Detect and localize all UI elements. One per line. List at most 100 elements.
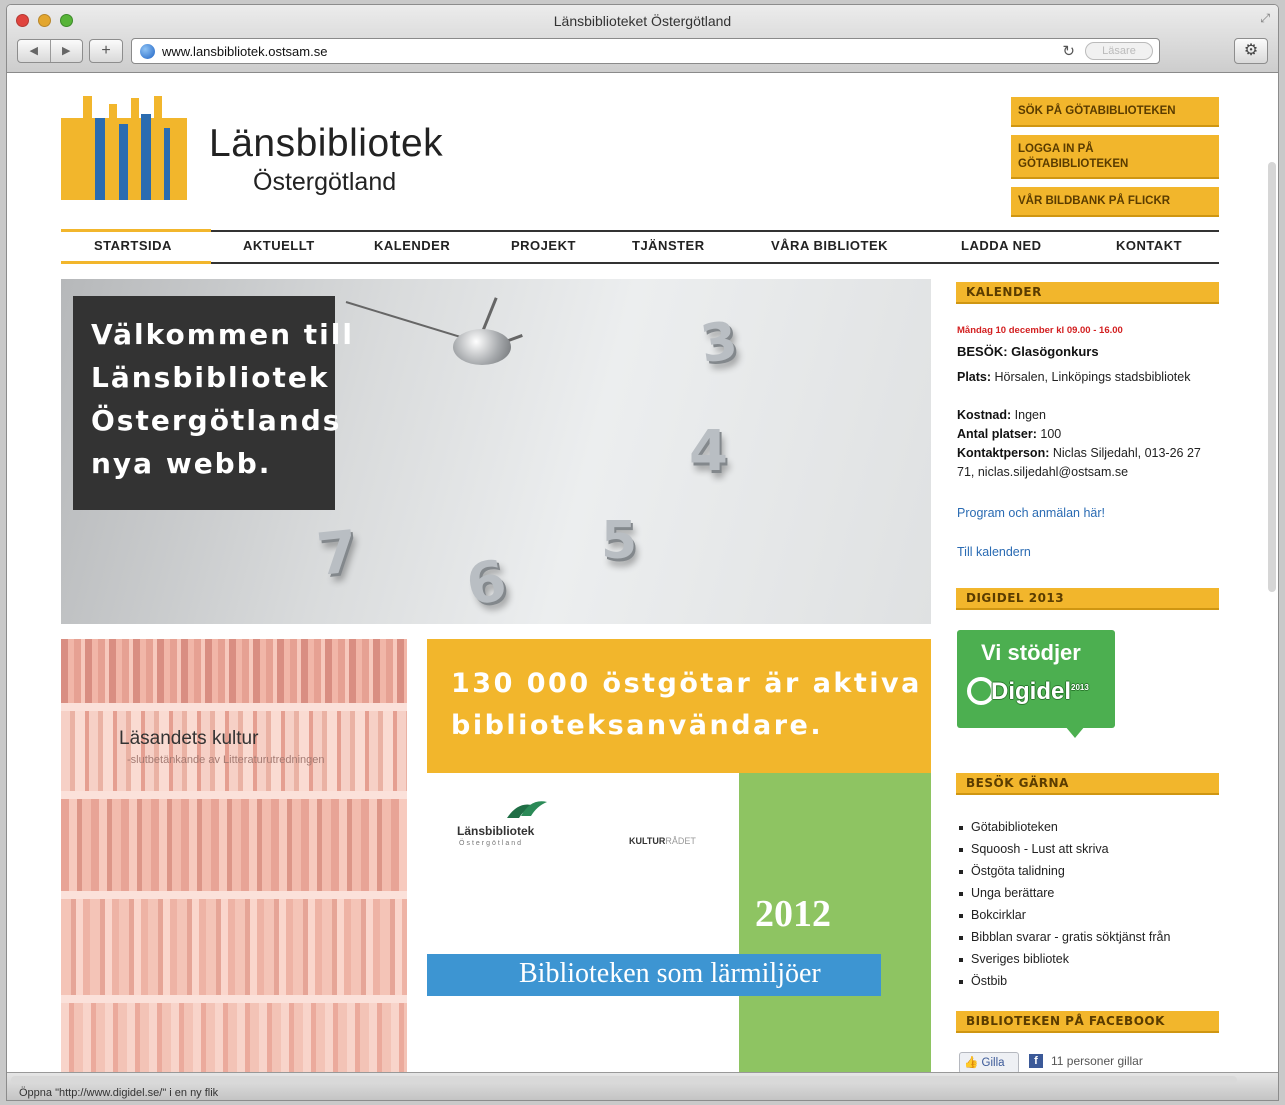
kulturradet-light: RÅDET [665, 836, 696, 846]
visit-item[interactable]: Götabiblioteken [957, 816, 1170, 838]
window-title: Länsbiblioteket Östergötland [553, 13, 732, 29]
horizontal-scrollbar[interactable] [11, 1076, 1237, 1084]
thumbs-up-icon: 👍 [964, 1057, 979, 1069]
back-icon[interactable]: ◀ [18, 40, 50, 62]
promo-banner[interactable] [427, 639, 931, 773]
title-bar: Länsbiblioteket Östergötland ⤢ ◀ ▶ + www… [7, 5, 1278, 73]
seats-value: 100 [1040, 427, 1062, 441]
facebook-icon: f [1029, 1054, 1043, 1068]
visit-item-text: Sveriges bibliotek [971, 952, 1069, 966]
event-seats: Antal platser: 100 [957, 425, 1217, 444]
back-forward-group: ◀ ▶ [17, 39, 83, 63]
promo-logo-sub: Östergötland [459, 840, 524, 847]
clock-number: 3 [697, 310, 742, 376]
globe-icon [140, 44, 155, 59]
reload-icon[interactable]: ↻ [1062, 42, 1075, 60]
digidel-tagline: Vi stödjer [981, 640, 1081, 665]
cost-value: Ingen [1014, 408, 1046, 422]
event-contact: Kontaktperson: Niclas Siljedahl, 013-26 … [957, 444, 1217, 482]
clock-number: 7 [313, 517, 361, 589]
program-link[interactable]: Program och anmälan här! [957, 506, 1105, 520]
clock-number: 6 [461, 548, 512, 619]
flickr-button[interactable]: VÅR BILDBANK PÅ FLICKR [1011, 187, 1219, 217]
site-title[interactable]: Länsbibliotek [209, 122, 443, 166]
status-text: Öppna "http://www.digidel.se/" i en ny f… [19, 1087, 219, 1099]
books-banner-subtitle: -slutbetänkande av Litteraturutredningen [127, 754, 325, 766]
nav-active-indicator [61, 229, 211, 232]
kulturradet-logo: KULTURRÅDET [629, 836, 696, 846]
login-line-2: GÖTABIBLIOTEKEN [1018, 158, 1129, 170]
calendar-link[interactable]: Till kalendern [957, 545, 1031, 559]
like-label: Gilla [981, 1057, 1005, 1069]
promo-year: 2012 [755, 893, 831, 935]
visit-item[interactable]: Bokcirklar [957, 904, 1170, 926]
digidel-badge-tail [1065, 726, 1085, 738]
nav-bottom-rule [61, 262, 1219, 264]
url-text[interactable]: www.lansbibliotek.ostsam.se [162, 44, 327, 59]
seats-label: Antal platser: [957, 427, 1037, 441]
visit-item[interactable]: Östbib [957, 970, 1170, 992]
place-label: Plats: [957, 370, 992, 384]
visit-list: Götabiblioteken Squoosh - Lust att skriv… [957, 816, 1170, 992]
event-title[interactable]: BESÖK: Glasögonkurs [957, 344, 1099, 359]
visit-heading: BESÖK GÄRNA [956, 773, 1219, 795]
event-cost: Kostnad: Ingen [957, 406, 1217, 425]
browser-window: Länsbiblioteket Östergötland ⤢ ◀ ▶ + www… [6, 4, 1279, 1101]
forward-icon[interactable]: ▶ [49, 40, 83, 62]
add-bookmark-button[interactable]: + [89, 39, 123, 63]
lansbibliotek-logo-icon [507, 801, 547, 818]
clock-hub [453, 329, 511, 365]
fullscreen-icon[interactable]: ⤢ [1260, 11, 1270, 26]
hero-line: nya webb. [91, 447, 272, 480]
nav-kontakt[interactable]: KONTAKT [1116, 238, 1182, 253]
calendar-heading: KALENDER [956, 282, 1219, 304]
visit-item[interactable]: Bibblan svarar - gratis söktjänst från [957, 926, 1170, 948]
hero-line: Länsbibliotek [91, 361, 330, 394]
promo-line-2: biblioteksanvändare. [451, 710, 824, 741]
nav-tjanster[interactable]: TJÄNSTER [632, 238, 705, 253]
promo-logo-name: Länsbibliotek [457, 824, 535, 838]
visit-item[interactable]: Unga berättare [957, 882, 1170, 904]
digidel-heading: DIGIDEL 2013 [956, 588, 1219, 610]
page-content: Länsbibliotek Östergötland SÖK PÅ GÖTABI… [7, 74, 1278, 1074]
nav-startsida[interactable]: STARTSIDA [94, 238, 172, 253]
reader-button[interactable]: Läsare [1085, 42, 1153, 60]
nav-active-indicator-bottom [61, 261, 211, 264]
visit-item[interactable]: Squoosh - Lust att skriva [957, 838, 1170, 860]
logo-books-icon[interactable] [61, 94, 189, 200]
address-bar[interactable]: www.lansbibliotek.ostsam.se ↻ Läsare [131, 38, 1160, 64]
nav-aktuellt[interactable]: AKTUELLT [243, 238, 315, 253]
kulturradet-bold: KULTUR [629, 836, 666, 846]
clock-number: 4 [689, 419, 728, 484]
promo-image[interactable] [427, 773, 739, 1074]
visit-item[interactable]: Östgöta talidning [957, 860, 1170, 882]
nav-vara-bibliotek[interactable]: VÅRA BIBLIOTEK [771, 238, 888, 253]
books-banner-title: Läsandets kultur [119, 728, 259, 749]
cost-label: Kostnad: [957, 408, 1012, 422]
promo-line-1: 130 000 östgötar är aktiva [451, 668, 922, 699]
digidel-logo-text: Digidel2013 [991, 678, 1089, 706]
nav-projekt[interactable]: PROJEKT [511, 238, 576, 253]
contact-label: Kontaktperson: [957, 446, 1050, 460]
event-date: Måndag 10 december kl 09.00 - 16.00 [957, 325, 1123, 336]
nav-kalender[interactable]: KALENDER [374, 238, 450, 253]
facebook-like-button[interactable]: 👍 Gilla [959, 1052, 1019, 1074]
facebook-heading: BIBLIOTEKEN PÅ FACEBOOK [956, 1011, 1219, 1033]
nav-top-rule [61, 230, 1219, 232]
settings-gear-icon[interactable]: ⚙ [1234, 38, 1268, 64]
vertical-scrollbar[interactable] [1268, 162, 1276, 592]
site-subtitle: Östergötland [253, 168, 397, 196]
digidel-logo-year: 2013 [1071, 683, 1089, 692]
digidel-logo-word: Digidel [991, 678, 1072, 705]
hero-line: Östergötlands [91, 404, 342, 437]
search-gotabiblioteken-button[interactable]: SÖK PÅ GÖTABIBLIOTEKEN [1011, 97, 1219, 127]
event-place: Plats: Hörsalen, Linköpings stadsbibliot… [957, 368, 1217, 387]
nav-ladda-ned[interactable]: LADDA NED [961, 238, 1042, 253]
login-line-1: LOGGA IN PÅ [1018, 143, 1094, 155]
login-gotabiblioteken-button[interactable]: LOGGA IN PÅ GÖTABIBLIOTEKEN [1011, 135, 1219, 179]
visit-item-continued[interactable]: Sveriges bibliotek [957, 948, 1170, 970]
promo-banner-text: Biblioteken som lärmiljöer [519, 958, 821, 989]
place-value: Hörsalen, Linköpings stadsbibliotek [994, 370, 1191, 384]
books-banner[interactable] [61, 639, 407, 1074]
status-bar: Öppna "http://www.digidel.se/" i en ny f… [7, 1072, 1278, 1100]
